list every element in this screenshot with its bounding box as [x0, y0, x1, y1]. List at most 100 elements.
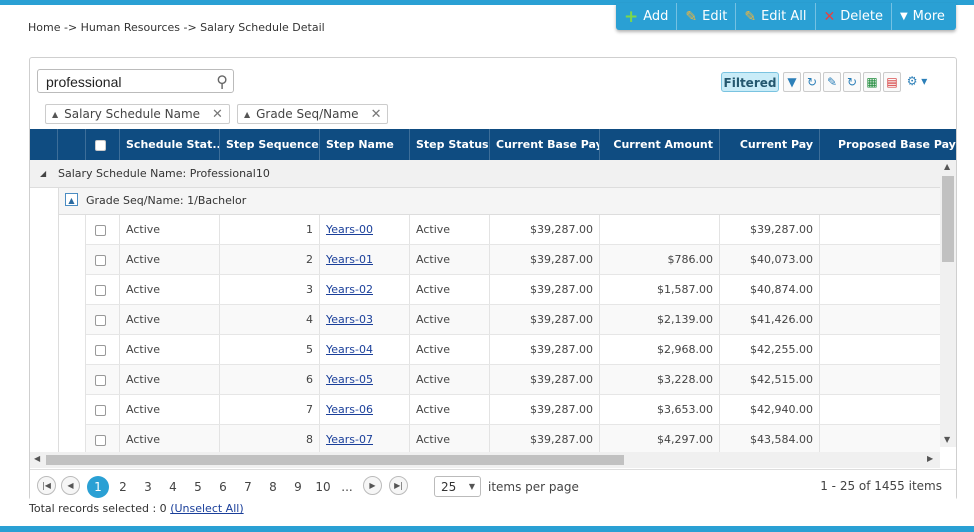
step-name-link[interactable]: Years-07: [326, 433, 373, 446]
row-checkbox[interactable]: [95, 434, 106, 446]
add-button[interactable]: + Add: [616, 3, 678, 30]
row-checkbox[interactable]: [95, 374, 106, 386]
filtered-badge[interactable]: Filtered: [721, 72, 779, 92]
col-step-name[interactable]: Step Name: [320, 129, 410, 160]
row-checkbox[interactable]: [95, 404, 106, 416]
row-checkbox[interactable]: [95, 284, 106, 296]
next-page-button[interactable]: ▶: [363, 476, 382, 495]
page-6[interactable]: 6: [212, 476, 234, 498]
cell-step-name: Years-04: [320, 335, 410, 364]
row-checkbox-cell[interactable]: [86, 335, 120, 364]
group-chip-grade[interactable]: ▲ Grade Seq/Name ✕: [236, 104, 389, 124]
filter-icon[interactable]: ▼: [783, 72, 801, 92]
prev-page-button[interactable]: ◀: [61, 476, 80, 495]
cell-current-base-pay: $39,287.00: [490, 275, 600, 304]
col-current-base-pay[interactable]: Current Base Pay: [490, 129, 600, 160]
reset-icon[interactable]: ↻: [843, 72, 861, 92]
page-size-select[interactable]: 25 ▼: [434, 476, 481, 497]
page-2[interactable]: 2: [112, 476, 134, 498]
last-page-button[interactable]: ▶|: [389, 476, 408, 495]
group-label: Grade Seq/Name: 1/Bachelor: [86, 194, 247, 207]
scroll-right-icon[interactable]: ▶: [927, 454, 933, 463]
table-row: Active 4 Years-03 Active $39,287.00 $2,1…: [86, 305, 940, 335]
step-name-link[interactable]: Years-03: [326, 313, 373, 326]
wrench-icon[interactable]: ✎: [823, 72, 841, 92]
page-size-value: 25: [441, 480, 457, 494]
cell-step-status: Active: [410, 365, 490, 394]
row-checkbox-cell[interactable]: [86, 245, 120, 274]
horizontal-scrollbar[interactable]: ◀ ▶: [30, 452, 940, 468]
col-proposed-base-pay[interactable]: Proposed Base Pay: [820, 129, 956, 160]
step-name-link[interactable]: Years-00: [326, 223, 373, 236]
select-all-checkbox[interactable]: [95, 139, 106, 151]
select-all-checkbox-cell[interactable]: [86, 129, 120, 160]
cell-schedule-status: Active: [120, 395, 220, 424]
cell-current-base-pay: $39,287.00: [490, 305, 600, 334]
col-schedule-status[interactable]: Schedule Stat...: [120, 129, 220, 160]
row-checkbox[interactable]: [95, 254, 106, 266]
page-7[interactable]: 7: [237, 476, 259, 498]
excel-export-icon[interactable]: ▦: [863, 72, 881, 92]
step-name-link[interactable]: Years-01: [326, 253, 373, 266]
chevron-down-icon: ▼: [468, 482, 475, 491]
row-checkbox-cell[interactable]: [86, 305, 120, 334]
group-chip-salary-schedule[interactable]: ▲ Salary Schedule Name ✕: [45, 104, 230, 124]
refresh-icon[interactable]: ↻: [803, 72, 821, 92]
header-spacer: [58, 129, 86, 160]
scroll-down-icon[interactable]: ▼: [944, 435, 950, 444]
cell-step-sequence: 4: [220, 305, 320, 334]
table-row: Active 7 Years-06 Active $39,287.00 $3,6…: [86, 395, 940, 425]
page-9[interactable]: 9: [287, 476, 309, 498]
row-checkbox[interactable]: [95, 344, 106, 356]
settings-gear-icon[interactable]: ⚙ ▾: [903, 72, 931, 92]
cell-current-pay: $39,287.00: [720, 215, 820, 244]
row-checkbox[interactable]: [95, 314, 106, 326]
page-10[interactable]: 10: [312, 476, 334, 498]
step-name-link[interactable]: Years-05: [326, 373, 373, 386]
cell-current-base-pay: $39,287.00: [490, 245, 600, 274]
page-4[interactable]: 4: [162, 476, 184, 498]
col-step-sequence[interactable]: Step Sequence ▼: [220, 129, 320, 160]
step-name-link[interactable]: Years-02: [326, 283, 373, 296]
step-name-link[interactable]: Years-04: [326, 343, 373, 356]
row-checkbox-cell[interactable]: [86, 275, 120, 304]
row-checkbox-cell[interactable]: [86, 215, 120, 244]
more-button[interactable]: ▼ More: [892, 3, 953, 30]
row-checkbox-cell[interactable]: [86, 425, 120, 454]
horizontal-scroll-thumb[interactable]: [46, 455, 624, 465]
page-5[interactable]: 5: [187, 476, 209, 498]
search-input[interactable]: [44, 71, 213, 93]
col-current-pay[interactable]: Current Pay: [720, 129, 820, 160]
col-current-amount[interactable]: Current Amount: [600, 129, 720, 160]
first-page-button[interactable]: |◀: [37, 476, 56, 495]
edit-button[interactable]: ✎ Edit: [677, 3, 737, 30]
cell-step-name: Years-00: [320, 215, 410, 244]
col-step-status[interactable]: Step Status: [410, 129, 490, 160]
collapse-icon[interactable]: ◢: [40, 160, 46, 187]
edit-all-button[interactable]: ✎ Edit All: [736, 3, 816, 30]
page-3[interactable]: 3: [137, 476, 159, 498]
page-more[interactable]: ...: [336, 476, 358, 498]
remove-icon[interactable]: ✕: [212, 107, 223, 122]
selected-count-text: Total records selected : 0: [29, 502, 167, 515]
step-name-link[interactable]: Years-06: [326, 403, 373, 416]
unselect-all-link[interactable]: (Unselect All): [170, 502, 243, 515]
cell-current-pay: $43,584.00: [720, 425, 820, 454]
vertical-scroll-thumb[interactable]: [942, 176, 954, 262]
edit-all-label: Edit All: [761, 9, 807, 24]
delete-button[interactable]: ✕ Delete: [816, 3, 892, 30]
row-checkbox-cell[interactable]: [86, 395, 120, 424]
scroll-left-icon[interactable]: ◀: [34, 454, 40, 463]
delete-label: Delete: [840, 9, 883, 24]
remove-icon[interactable]: ✕: [371, 107, 382, 122]
search-icon[interactable]: ⚲: [216, 72, 228, 91]
pdf-export-icon[interactable]: ▤: [883, 72, 901, 92]
row-checkbox[interactable]: [95, 224, 106, 236]
vertical-scrollbar[interactable]: ▲ ▼: [940, 160, 956, 447]
collapse-icon[interactable]: ▲: [65, 193, 78, 206]
row-checkbox-cell[interactable]: [86, 365, 120, 394]
page-8[interactable]: 8: [262, 476, 284, 498]
table-row: Active 8 Years-07 Active $39,287.00 $4,2…: [86, 425, 940, 455]
page-1[interactable]: 1: [87, 476, 109, 498]
scroll-up-icon[interactable]: ▲: [944, 162, 950, 171]
